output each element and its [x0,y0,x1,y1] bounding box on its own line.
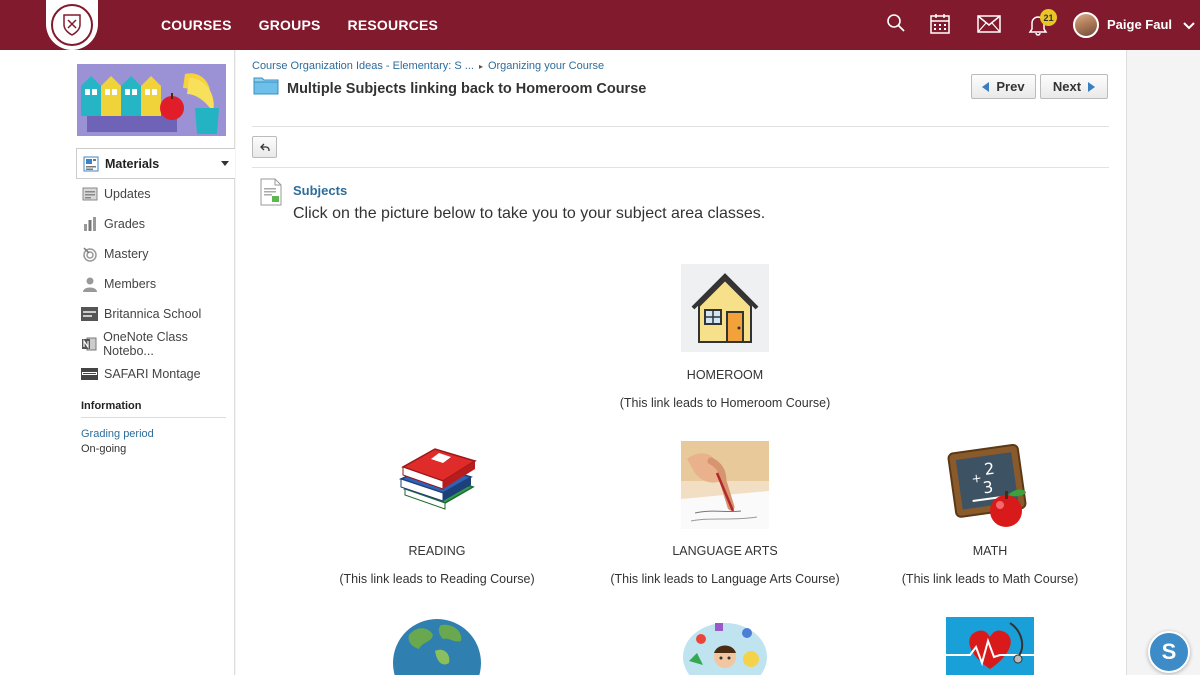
onenote-icon [81,336,97,353]
back-button[interactable] [252,136,277,158]
language-arts-caption: (This link leads to Language Arts Course… [610,572,840,586]
math-caption: (This link leads to Math Course) [901,572,1079,586]
course-menu: Materials Updates Grades Mastery Members… [76,148,235,389]
folder-icon [253,75,279,100]
sidebar-item-grades[interactable]: Grades [76,209,235,239]
materials-icon [82,155,99,172]
calendar-icon[interactable] [930,13,950,40]
caret-down-icon[interactable] [221,161,229,166]
document-icon [260,178,282,211]
safari-icon [81,366,98,383]
main-nav: COURSES GROUPS RESOURCES [161,0,438,50]
math-label: MATH [972,544,1008,558]
breadcrumb-separator: ▸ [478,61,483,71]
homeroom-caption: (This link leads to Homeroom Course) [619,396,831,410]
divider [81,417,226,418]
next-button-label: Next [1052,79,1082,94]
sidebar-item-label: Mastery [104,247,149,261]
writing-image[interactable] [681,441,769,529]
avatar[interactable] [1073,12,1099,38]
user-name[interactable]: Paige Faul [1107,17,1172,32]
breadcrumb-folder[interactable]: Organizing your Course [488,60,604,72]
nav-resources[interactable]: RESOURCES [348,17,438,33]
sidebar-item-label: SAFARI Montage [104,367,201,381]
books-image[interactable] [393,441,481,529]
house-image[interactable] [681,264,769,352]
grades-icon [81,216,98,233]
sidebar-item-label: Updates [104,187,151,201]
grading-period-value: On-going [81,443,127,455]
members-icon [81,276,98,293]
sidebar-item-label: Materials [105,156,160,171]
school-logo[interactable] [46,0,98,50]
help-chat-button[interactable]: S [1148,631,1190,673]
seal-icon [51,4,93,46]
left-sidebar: Materials Updates Grades Mastery Members… [0,50,235,675]
sidebar-item-safari[interactable]: SAFARI Montage [76,359,235,389]
sidebar-item-members[interactable]: Members [76,269,235,299]
divider [252,126,1109,127]
sidebar-item-label: Members [104,277,157,291]
nav-courses[interactable]: COURSES [161,17,232,33]
globe-image[interactable] [393,617,481,675]
triangle-right-icon [1088,81,1096,92]
divider [252,167,1109,168]
britannica-icon [81,306,98,323]
reading-caption: (This link leads to Reading Course) [339,572,535,586]
page-title: Multiple Subjects linking back to Homero… [287,81,647,97]
chevron-down-icon[interactable] [1183,18,1195,36]
sidebar-item-materials[interactable]: Materials [76,148,235,179]
course-image[interactable] [77,64,226,136]
mastery-icon [81,246,98,263]
language-arts-label: LANGUAGE ARTS [672,544,778,558]
sidebar-item-label: Britannica School [104,307,202,321]
information-heading: Information [81,400,142,412]
homeroom-label: HOMEROOM [686,368,764,382]
science-collage-image[interactable] [681,617,769,675]
health-heart-image[interactable] [946,617,1034,675]
sidebar-item-updates[interactable]: Updates [76,179,235,209]
sidebar-item-label: Grades [104,217,145,231]
subjects-title[interactable]: Subjects [293,183,347,198]
top-bar: COURSES GROUPS RESOURCES 21 Paige Faul [0,0,1200,50]
nav-groups[interactable]: GROUPS [259,17,321,33]
mail-icon[interactable] [977,15,1001,38]
next-button[interactable]: Next [1040,74,1108,99]
reading-label: READING [408,544,466,558]
sidebar-item-label: OneNote Class Notebo... [103,330,188,358]
breadcrumb: Course Organization Ideas - Elementary: … [252,60,604,72]
grading-period-label: Grading period [81,428,154,440]
triangle-left-icon [982,81,990,92]
prev-button-label: Prev [996,79,1025,94]
updates-icon [81,186,98,203]
undo-arrow-icon [259,143,270,151]
breadcrumb-course[interactable]: Course Organization Ideas - Elementary: … [252,60,474,72]
main-content: Course Organization Ideas - Elementary: … [236,50,1127,675]
prev-button[interactable]: Prev [971,74,1036,99]
sidebar-item-onenote[interactable]: OneNote Class Notebo... [76,329,235,359]
sidebar-item-mastery[interactable]: Mastery [76,239,235,269]
chalkboard-apple-image[interactable]: + 2 3 [946,441,1034,529]
subjects-description: Click on the picture below to take you t… [293,205,766,222]
notification-badge: 21 [1040,9,1057,26]
search-icon[interactable] [886,13,906,38]
sidebar-item-britannica[interactable]: Britannica School [76,299,235,329]
